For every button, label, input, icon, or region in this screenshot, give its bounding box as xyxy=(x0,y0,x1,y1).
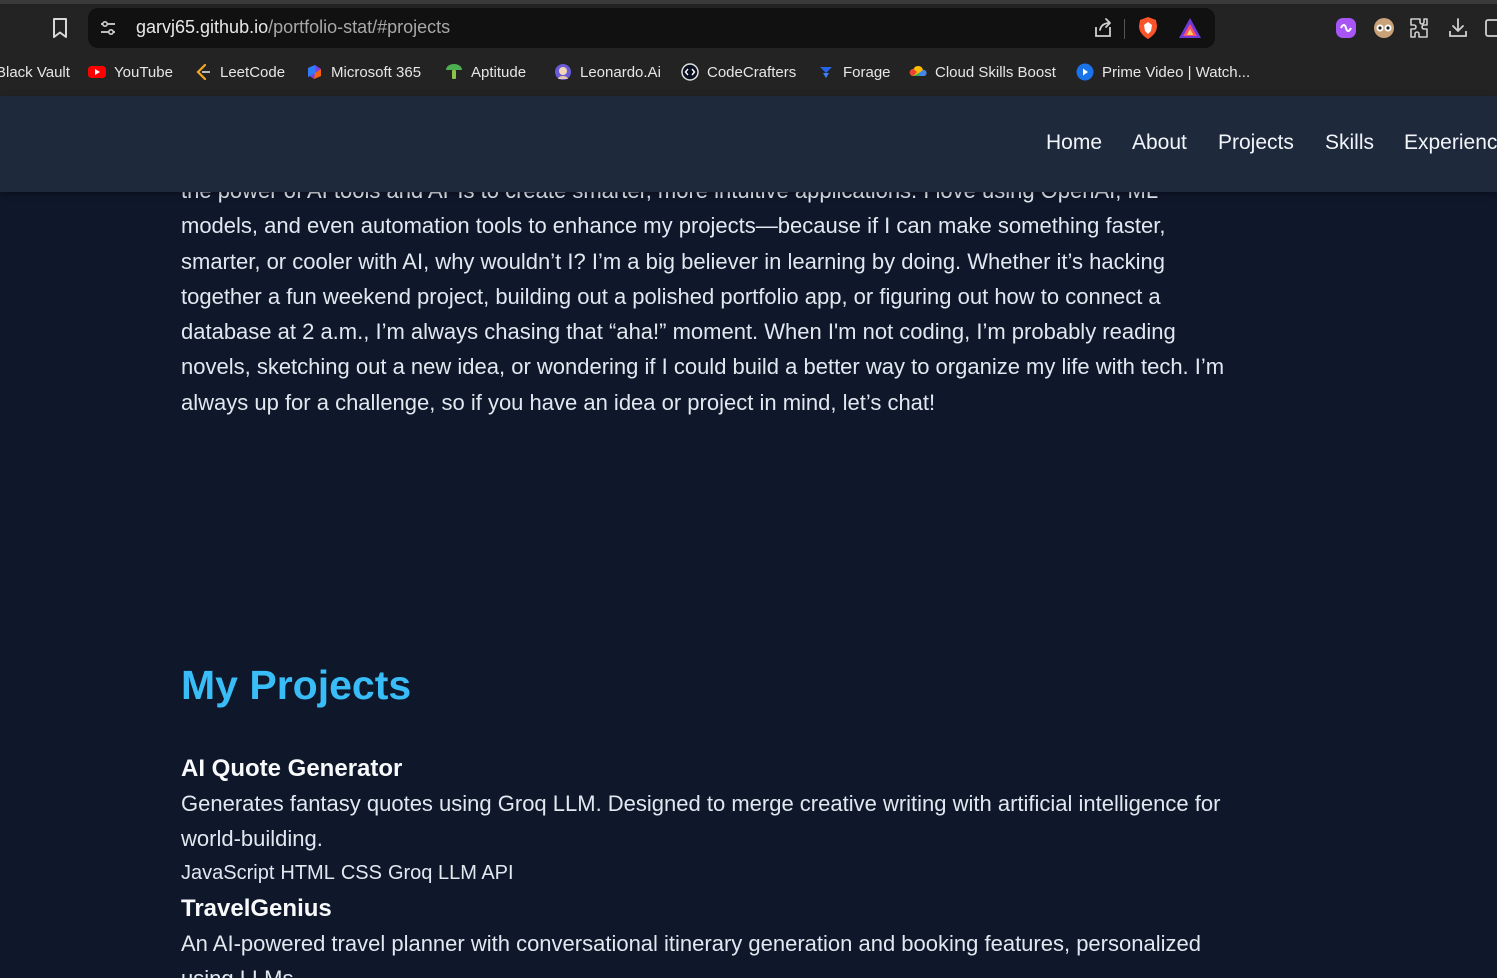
youtube-icon xyxy=(88,66,106,78)
leetcode-icon xyxy=(196,63,210,81)
project-title: TravelGenius xyxy=(181,895,332,922)
bookmark-youtube[interactable]: YouTube xyxy=(88,58,173,86)
tech-tag: Groq LLM API xyxy=(387,862,514,884)
bookmark-label: Prime Video | Watch... xyxy=(1102,63,1251,81)
bookmark-leonardo-ai[interactable]: Leonardo.Ai xyxy=(554,58,661,86)
bookmark-leetcode[interactable]: LeetCode xyxy=(194,58,285,86)
nav-skills[interactable]: Skills xyxy=(1325,131,1374,155)
extensions-puzzle-icon[interactable] xyxy=(1408,16,1432,40)
extension-owl-icon[interactable] xyxy=(1372,16,1396,40)
tab-strip-edge xyxy=(0,0,1497,4)
downloads-icon[interactable] xyxy=(1446,16,1470,40)
extension-purple-icon[interactable] xyxy=(1334,16,1358,40)
bookmark-microsoft-365[interactable]: Microsoft 365 xyxy=(305,58,421,86)
sidebar-toggle-icon[interactable] xyxy=(1484,16,1497,40)
leonardo-icon xyxy=(555,64,571,80)
about-paragraph: the power of AI tools and APIs to create… xyxy=(181,178,1225,415)
project-title: AI Quote Generator xyxy=(181,755,403,782)
bookmark-label: Aptitude xyxy=(471,63,527,81)
project-description: An AI-powered travel planner with conver… xyxy=(181,931,1201,978)
nav-projects[interactable]: Projects xyxy=(1218,131,1294,155)
bookmark-black-vault[interactable]: Black Vault xyxy=(0,58,70,86)
tech-tag: CSS xyxy=(340,862,382,884)
prime-video-icon xyxy=(1076,63,1094,81)
brave-rewards-icon[interactable] xyxy=(1178,17,1202,39)
bookmark-label: Black Vault xyxy=(0,63,70,81)
share-icon[interactable] xyxy=(1092,17,1114,39)
microsoft365-icon xyxy=(308,65,321,79)
tech-tag: HTML xyxy=(280,862,335,884)
tech-tag: JavaScript xyxy=(181,862,275,884)
bookmark-prime-video[interactable]: Prime Video | Watch... xyxy=(1076,58,1250,86)
brave-shields-icon[interactable] xyxy=(1137,16,1159,40)
url-path: /portfolio-stat/#projects xyxy=(268,17,451,37)
google-cloud-icon xyxy=(909,65,927,76)
bookmark-label: Microsoft 365 xyxy=(331,63,422,81)
browser-toolbar: garvj65.github.io/portfolio-stat/#projec… xyxy=(0,0,1497,96)
forage-icon xyxy=(820,67,832,78)
nav-home[interactable]: Home xyxy=(1046,131,1102,155)
bookmark-label: CodeCrafters xyxy=(707,63,797,81)
bookmarks-bar: Black Vault YouTube LeetCode Microsoft 3… xyxy=(0,58,1497,86)
aptitude-icon xyxy=(446,64,462,79)
nav-about[interactable]: About xyxy=(1132,131,1187,155)
project-card: AI Quote Generator Generates fantasy quo… xyxy=(181,752,1226,890)
url-host: garvj65.github.io xyxy=(136,17,269,37)
projects-section-title: My Projects xyxy=(181,662,412,708)
bookmark-label: Cloud Skills Boost xyxy=(935,63,1056,81)
bookmark-page-icon[interactable] xyxy=(48,16,72,40)
site-settings-icon[interactable] xyxy=(98,18,118,38)
bookmark-label: LeetCode xyxy=(220,63,286,81)
nav-experience[interactable]: Experienc xyxy=(1404,131,1497,155)
bookmark-label: Forage xyxy=(843,63,891,81)
project-description: Generates fantasy quotes using Groq LLM.… xyxy=(181,791,1221,851)
bookmark-label: YouTube xyxy=(114,63,173,81)
project-tech-tags: JavaScript HTML CSS Groq LLM API xyxy=(181,856,1226,890)
project-card: TravelGenius An AI-powered travel planne… xyxy=(181,892,1226,978)
site-navbar: Home About Projects Skills Experienc xyxy=(0,96,1497,192)
bookmark-cloud-skills-boost[interactable]: Cloud Skills Boost xyxy=(909,58,1056,86)
url-text[interactable]: garvj65.github.io/portfolio-stat/#projec… xyxy=(136,17,450,38)
bookmark-label: Leonardo.Ai xyxy=(580,63,661,81)
bookmark-forage[interactable]: Forage xyxy=(817,58,891,86)
url-separator xyxy=(1124,19,1125,39)
codecrafters-icon xyxy=(681,63,699,81)
bookmark-aptitude[interactable]: Aptitude xyxy=(445,58,526,86)
bookmark-codecrafters[interactable]: CodeCrafters xyxy=(681,58,796,86)
